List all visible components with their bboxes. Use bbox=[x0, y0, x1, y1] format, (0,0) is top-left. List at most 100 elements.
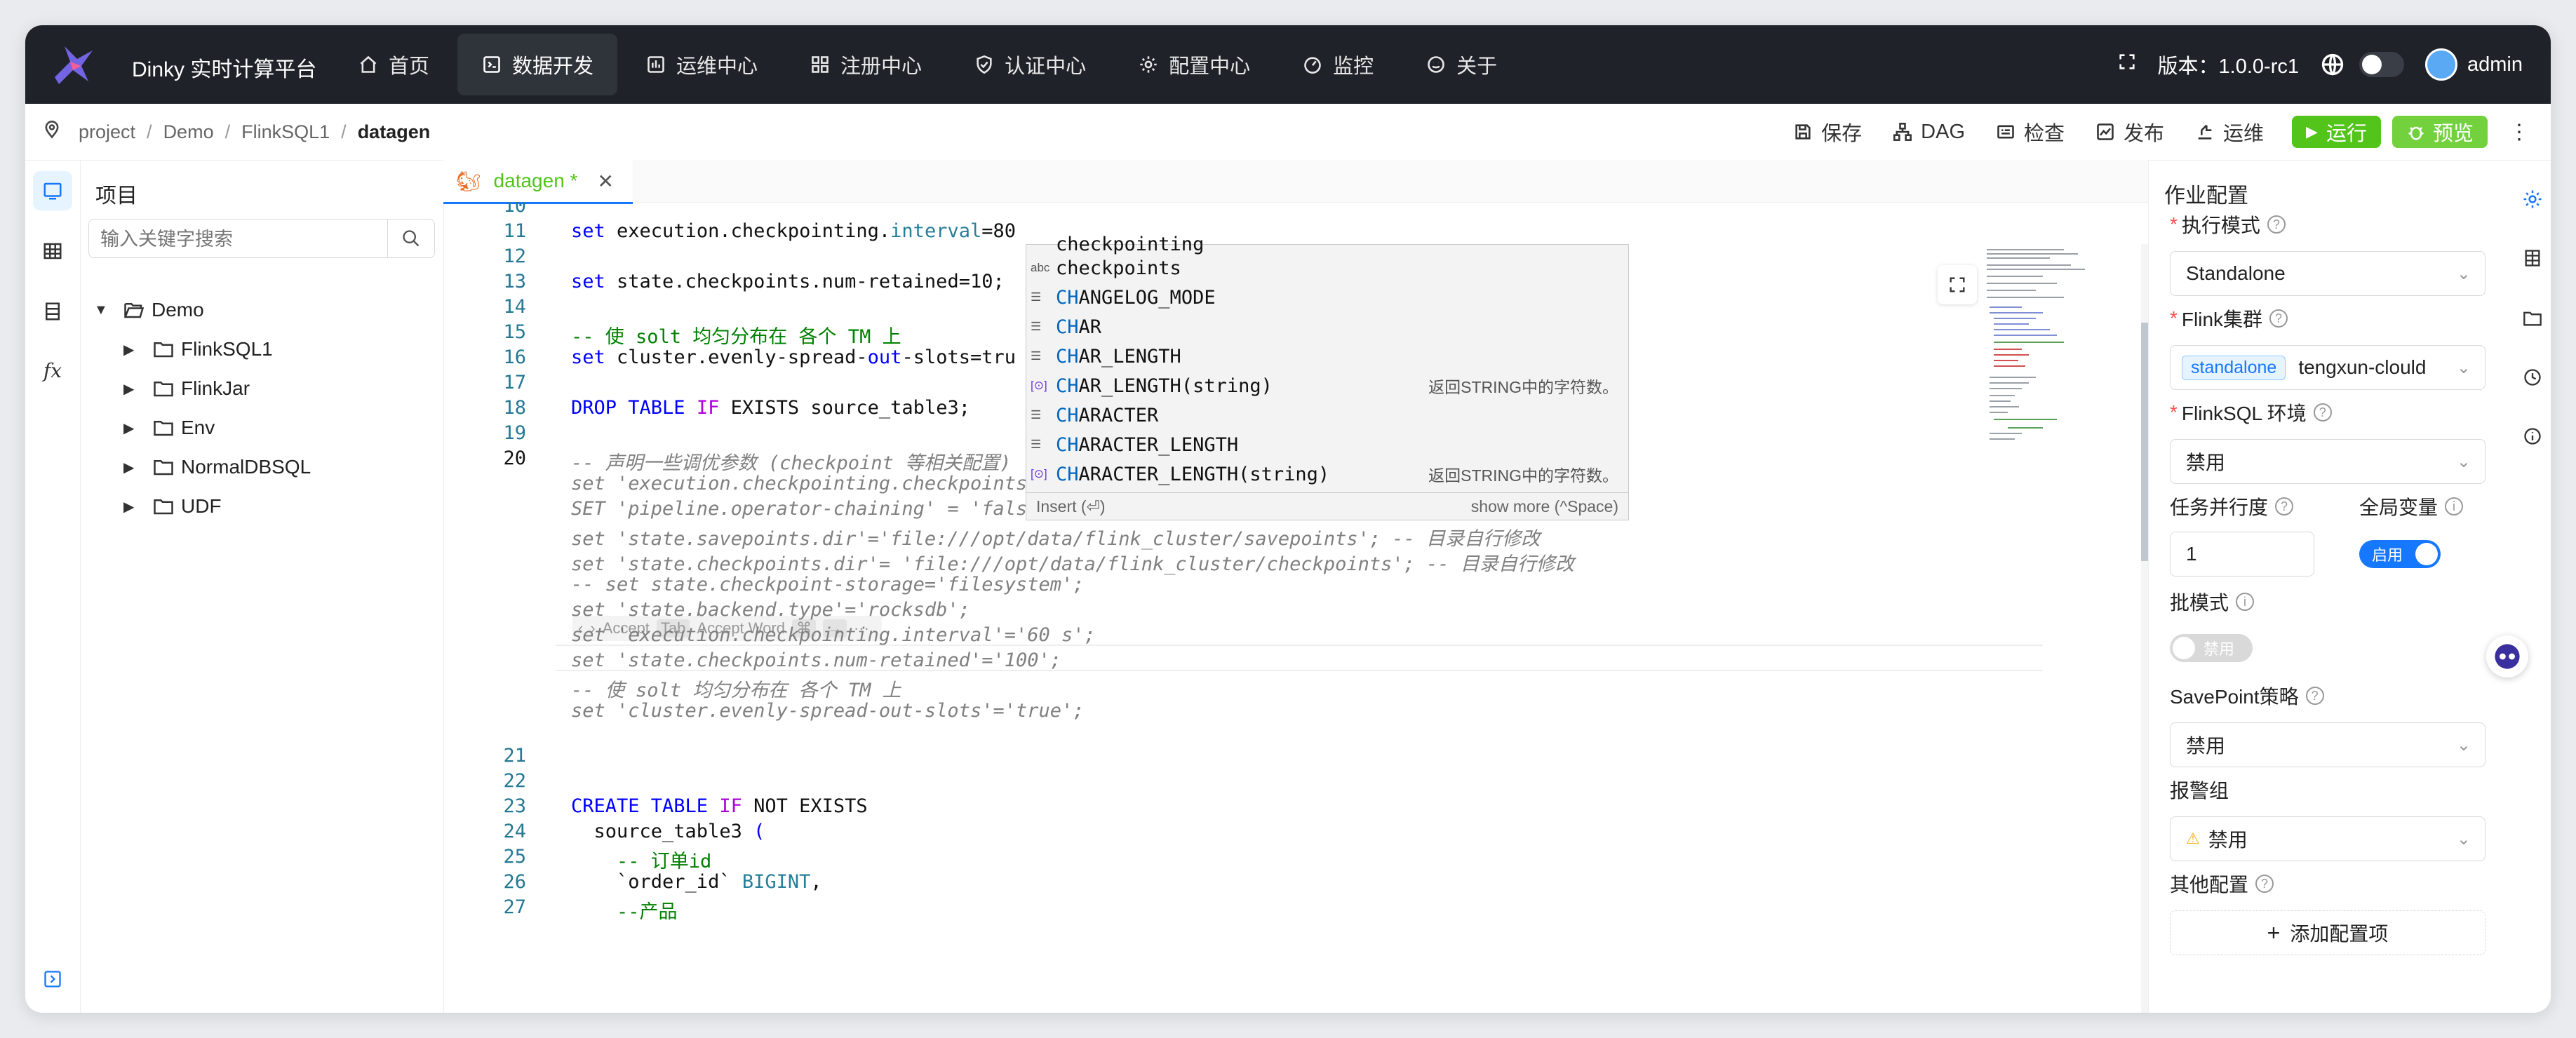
batch-mode-switch[interactable]: 禁用 bbox=[2170, 634, 2253, 662]
chevron-down-icon: ⌄ bbox=[2456, 829, 2471, 849]
expand-editor-icon[interactable] bbox=[1938, 265, 1977, 304]
env-select[interactable]: 禁用 ⌄ bbox=[2170, 439, 2486, 484]
suggest-item[interactable]: ☰ CHANGELOG_MODE bbox=[1026, 283, 1628, 312]
tree-node[interactable]: ▶ UDF bbox=[123, 492, 222, 520]
tree-node-demo[interactable]: ▼ Demo bbox=[94, 296, 204, 324]
line-number: 17 bbox=[503, 372, 526, 393]
help-icon[interactable]: ? bbox=[2275, 497, 2294, 515]
code-editor[interactable]: 10 11 set execution.checkpointing.interv… bbox=[443, 202, 2148, 1013]
tree-node[interactable]: ▶ NormalDBSQL bbox=[123, 453, 311, 481]
avatar[interactable] bbox=[2425, 48, 2457, 81]
tab-datagen[interactable]: 🐿 datagen * ✕ bbox=[443, 160, 633, 204]
more-icon[interactable]: ⋮ bbox=[2509, 120, 2530, 144]
show-more-link[interactable]: show more (^Space) bbox=[1471, 497, 1618, 516]
ghost-line: -- 声明一些调优参数 (checkpoint 等相关配置) bbox=[571, 452, 1012, 474]
ghost-line: -- 使 solt 均匀分布在 各个 TM 上 bbox=[571, 680, 901, 701]
list-icon: ☰ bbox=[1031, 290, 1042, 304]
nav-config[interactable]: 配置中心 bbox=[1114, 34, 1274, 95]
caret-down-icon: ▼ bbox=[94, 302, 108, 318]
chevron-down-icon: ⌄ bbox=[2456, 452, 2471, 471]
nav-ops-center[interactable]: 运维中心 bbox=[622, 34, 781, 95]
exec-mode-select[interactable]: Standalone ⌄ bbox=[2170, 251, 2486, 296]
line-number: 19 bbox=[503, 422, 526, 444]
project-title: 项目 bbox=[95, 184, 137, 208]
list-icon: ☰ bbox=[1031, 320, 1042, 333]
publish-button[interactable]: 发布 bbox=[2095, 117, 2164, 147]
suggest-item[interactable]: ☰ CHARACTER bbox=[1026, 400, 1628, 430]
save-button[interactable]: 保存 bbox=[1793, 117, 1862, 147]
line-number: 16 bbox=[503, 346, 526, 368]
add-config-button[interactable]: + 添加配置项 bbox=[2170, 910, 2486, 955]
table-icon[interactable] bbox=[33, 231, 72, 271]
search-icon[interactable] bbox=[387, 220, 434, 257]
ghost-line: set 'state.backend.type'='rocksdb'; bbox=[571, 599, 970, 621]
tree-node[interactable]: ▶ Env bbox=[123, 414, 215, 442]
help-icon[interactable]: ? bbox=[2255, 875, 2274, 893]
preview-button[interactable]: 预览 bbox=[2391, 116, 2488, 148]
nav-monitor[interactable]: 监控 bbox=[1278, 34, 1397, 95]
globe-icon[interactable] bbox=[2320, 52, 2345, 77]
dashboard-icon bbox=[1302, 54, 1323, 75]
nav-auth[interactable]: 认证中心 bbox=[950, 34, 1110, 95]
header-right: 版本：1.0.0-rc1 admin bbox=[2096, 25, 2523, 104]
line-number: 22 bbox=[503, 770, 526, 792]
ghost-line: set 'state.checkpoints.dir'= 'file:///op… bbox=[571, 553, 1574, 575]
nav-registry[interactable]: 注册中心 bbox=[786, 34, 946, 95]
settings-icon[interactable] bbox=[2518, 185, 2547, 213]
help-icon[interactable]: ? bbox=[2267, 215, 2286, 234]
global-var-switch[interactable]: 启用 bbox=[2359, 540, 2441, 568]
help-icon[interactable]: i bbox=[2445, 497, 2464, 515]
ops-button[interactable]: 运维 bbox=[2195, 117, 2264, 147]
run-button[interactable]: ▶ 运行 bbox=[2292, 116, 2381, 148]
nav-about[interactable]: 关于 bbox=[1402, 34, 1521, 95]
history-icon[interactable] bbox=[2518, 363, 2547, 391]
breadcrumb-item[interactable]: Demo bbox=[163, 121, 214, 143]
breadcrumb-item[interactable]: FlinkSQL1 bbox=[241, 121, 330, 143]
assistant-robot-icon[interactable] bbox=[2486, 635, 2528, 678]
editor-scrollbar[interactable] bbox=[2141, 244, 2148, 1013]
nav-data-dev[interactable]: 数据开发 bbox=[457, 34, 618, 95]
breadcrumb-item[interactable]: project bbox=[79, 121, 135, 143]
line-number: 13 bbox=[503, 271, 526, 292]
line-number: 21 bbox=[503, 745, 526, 767]
fullscreen-icon[interactable] bbox=[2117, 52, 2137, 77]
theme-toggle[interactable] bbox=[2359, 52, 2404, 77]
search-input[interactable] bbox=[99, 224, 375, 255]
cluster-type-tag: standalone bbox=[2182, 355, 2286, 380]
check-button[interactable]: 检查 bbox=[1996, 117, 2065, 147]
close-icon[interactable]: ✕ bbox=[597, 170, 613, 193]
help-icon[interactable]: ? bbox=[2313, 403, 2332, 422]
suggest-item[interactable]: ☰ CHARACTER_LENGTH bbox=[1026, 430, 1628, 459]
caret-right-icon: ▶ bbox=[123, 381, 135, 397]
function-icon[interactable]: fx bbox=[33, 351, 72, 390]
sql-icon[interactable] bbox=[33, 171, 72, 210]
help-icon[interactable]: i bbox=[2236, 593, 2255, 611]
app-title: Dinky 实时计算平台 bbox=[132, 58, 317, 81]
suggest-item[interactable]: ☰ CHAR_LENGTH bbox=[1026, 342, 1628, 371]
username[interactable]: admin bbox=[2467, 53, 2523, 76]
database-icon[interactable] bbox=[33, 292, 72, 331]
minimap[interactable] bbox=[1980, 244, 2141, 525]
info-icon[interactable] bbox=[2518, 422, 2547, 450]
line-number: 12 bbox=[503, 245, 526, 267]
suggest-item[interactable]: ☰ CHAR bbox=[1026, 312, 1628, 342]
collapse-icon[interactable] bbox=[33, 959, 72, 999]
suggest-item[interactable]: [⊙] CHAR_LENGTH(string) 返回STRING中的字符数。 bbox=[1026, 371, 1628, 400]
tree-node[interactable]: ▶ FlinkJar bbox=[123, 375, 250, 403]
dag-button[interactable]: DAG bbox=[1893, 121, 1965, 144]
help-icon[interactable]: ? bbox=[2269, 309, 2288, 328]
columns-icon[interactable] bbox=[2518, 244, 2547, 272]
help-icon[interactable]: ? bbox=[2305, 687, 2324, 705]
dinky-logo-icon[interactable] bbox=[49, 41, 98, 90]
suggest-item[interactable]: [⊙] CHARACTER_LENGTH(string) 返回STRING中的字符数… bbox=[1026, 459, 1628, 489]
folder-icon[interactable] bbox=[2518, 304, 2547, 332]
nav-home[interactable]: 首页 bbox=[334, 34, 453, 95]
parallelism-input[interactable]: 1 bbox=[2170, 532, 2314, 577]
suggest-item[interactable]: abc checkpoints bbox=[1026, 253, 1628, 283]
alert-group-select[interactable]: ⚠ 禁用 ⌄ bbox=[2170, 816, 2486, 861]
dag-icon bbox=[1893, 122, 1912, 142]
code-line: CREATE TABLE IF NOT EXISTS bbox=[571, 795, 868, 817]
cluster-select[interactable]: standalone tengxun-clould ⌄ bbox=[2170, 345, 2486, 390]
tree-node[interactable]: ▶ FlinkSQL1 bbox=[123, 335, 273, 363]
savepoint-select[interactable]: 禁用 ⌄ bbox=[2170, 722, 2486, 767]
